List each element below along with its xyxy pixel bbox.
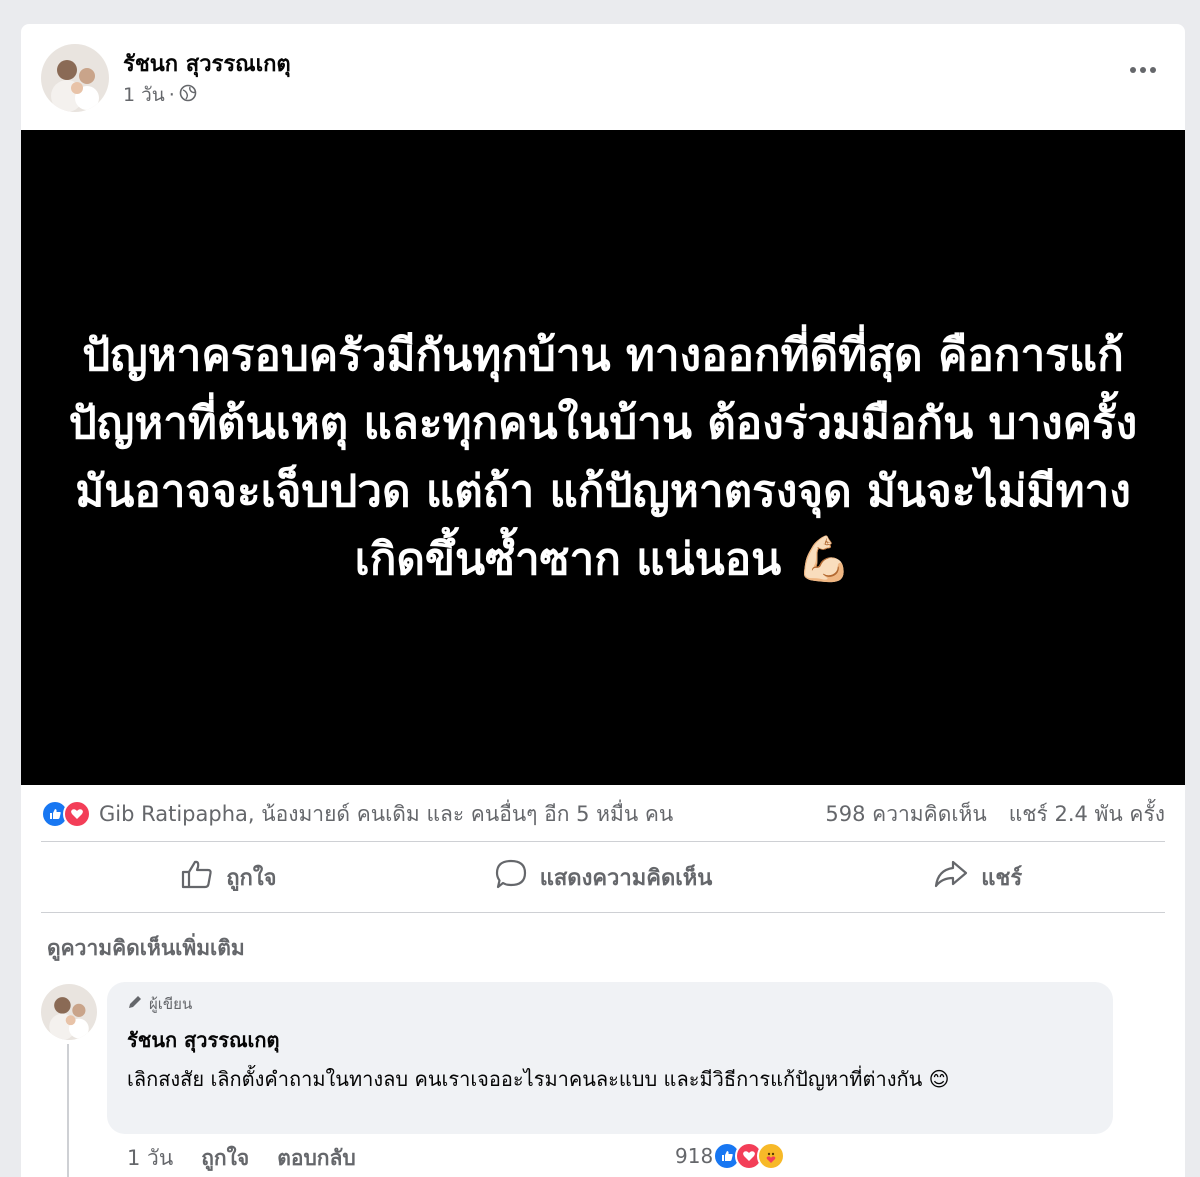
love-reaction-icon (63, 800, 91, 828)
shares-count[interactable]: แชร์ 2.4 พัน ครั้ง (1009, 798, 1165, 831)
view-more-comments-link[interactable]: ดูความคิดเห็นเพิ่มเติม (47, 932, 245, 965)
comment-bubble-icon (494, 858, 528, 896)
pencil-icon (127, 994, 143, 1014)
action-bar: ถูกใจ แสดงความคิดเห็น แชร์ (41, 842, 1165, 912)
comment-time[interactable]: 1 วัน (127, 1142, 173, 1175)
reactions-summary[interactable]: Gib Ratipapha, น้องมายด์ คนเดิม และ คนอื… (99, 798, 673, 831)
like-label: ถูกใจ (226, 865, 277, 891)
post-card: รัชนก สุวรรณเกตุ 1 วัน · ปัญหาครอบครัวมี… (21, 24, 1185, 1177)
post-time[interactable]: 1 วัน (123, 80, 165, 110)
meta-separator: · (168, 84, 175, 106)
comments-count[interactable]: 598 ความคิดเห็น (825, 798, 986, 831)
reaction-icons[interactable] (41, 800, 91, 828)
share-arrow-icon (933, 859, 969, 895)
like-button[interactable]: ถูกใจ (41, 842, 416, 912)
author-name[interactable]: รัชนก สุวรรณเกตุ (123, 46, 291, 81)
more-options-icon[interactable] (1125, 60, 1161, 80)
divider (41, 912, 1165, 913)
care-reaction-icon (757, 1142, 786, 1170)
globe-icon[interactable] (179, 84, 197, 107)
comment-author[interactable]: รัชนก สุวรรณเกตุ (127, 1024, 1093, 1056)
post-meta: 1 วัน · (123, 80, 197, 110)
comment-button[interactable]: แสดงความคิดเห็น (416, 842, 791, 912)
comment-reply-button[interactable]: ตอบกลับ (277, 1142, 356, 1175)
comment-like-button[interactable]: ถูกใจ (201, 1142, 249, 1175)
post-text: ปัญหาครอบครัวมีกันทุกบ้าน ทางออกที่ดีที่… (68, 329, 1138, 585)
comment-reaction-count: 918 (675, 1144, 714, 1168)
share-label: แชร์ (981, 865, 1023, 891)
author-badge: ผู้เขียน (127, 992, 1093, 1016)
post-stats: Gib Ratipapha, น้องมายด์ คนเดิม และ คนอื… (41, 794, 1165, 834)
author-badge-label: ผู้เขียน (149, 995, 193, 1013)
comment-reactions[interactable]: 918 (675, 1142, 786, 1170)
comment-bubble: ผู้เขียน รัชนก สุวรรณเกตุ เลิกสงสัย เลิก… (107, 982, 1113, 1134)
share-button[interactable]: แชร์ (790, 842, 1165, 912)
thread-line (67, 1044, 69, 1177)
author-avatar[interactable] (41, 44, 109, 112)
post-image[interactable]: ปัญหาครอบครัวมีกันทุกบ้าน ทางออกที่ดีที่… (21, 130, 1185, 785)
thumbs-up-icon (180, 859, 214, 895)
commenter-avatar[interactable] (41, 984, 97, 1040)
comment-label: แสดงความคิดเห็น (539, 865, 713, 891)
comment-text: เลิกสงสัย เลิกตั้งคำถามในทางลบ คนเราเจออ… (127, 1067, 950, 1091)
comment-footer: 1 วัน ถูกใจ ตอบกลับ (127, 1142, 356, 1175)
